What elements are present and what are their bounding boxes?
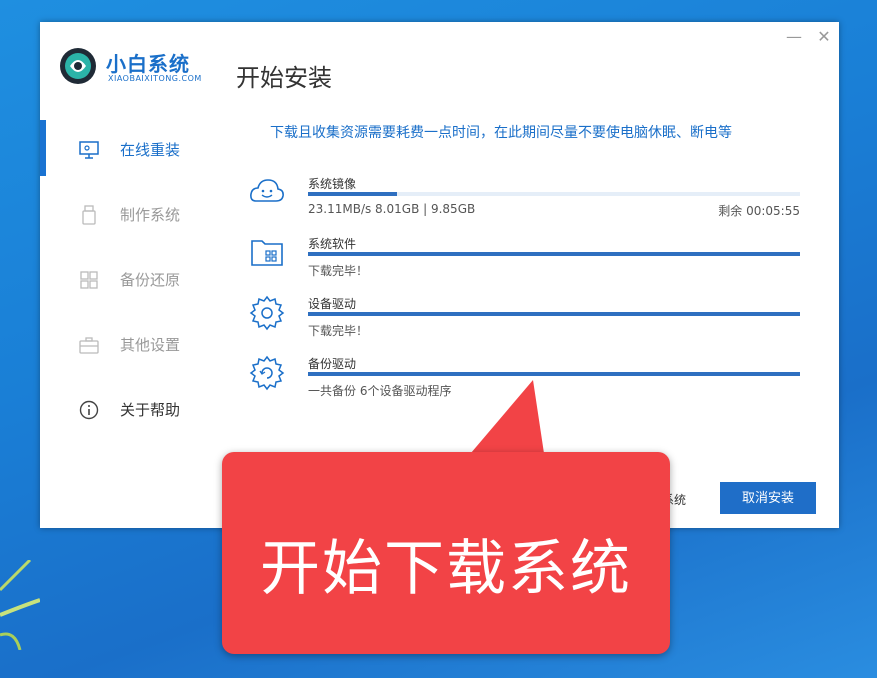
close-button[interactable]: ✕ <box>815 28 833 46</box>
folder-apps-icon <box>251 240 283 266</box>
sidebar: 在线重装 制作系统 备份还原 其他设置 关于帮助 <box>40 117 220 442</box>
task-name: 备份驱动 <box>308 357 357 371</box>
usb-icon <box>82 205 96 225</box>
logo-icon <box>60 48 96 84</box>
callout-pointer <box>465 380 545 460</box>
desktop-plant-icon <box>0 560 40 650</box>
gear-icon <box>249 295 285 331</box>
monitor-icon <box>79 141 99 159</box>
progress-track <box>308 372 800 376</box>
task-status: 一共备份 6个设备驱动程序 <box>308 384 452 398</box>
sidebar-item-about-help[interactable]: 关于帮助 <box>40 377 220 442</box>
task-name: 系统软件 <box>308 237 357 251</box>
progress-track <box>308 312 800 316</box>
sidebar-item-other-settings[interactable]: 其他设置 <box>40 312 220 377</box>
minimize-button[interactable]: — <box>785 28 803 46</box>
cloud-smile-icon <box>250 179 284 202</box>
callout-text: 开始下载系统 <box>260 534 632 604</box>
task-status: 下载完毕！ <box>308 324 369 338</box>
sidebar-item-label: 制作系统 <box>120 206 181 224</box>
progress-track <box>308 252 800 256</box>
task-device-drivers: 设备驱动 下载完毕！ <box>248 285 800 338</box>
app-logo: 小白系统 XIAOBAIXITONG.COM <box>58 44 208 90</box>
cancel-install-button[interactable]: 取消安装 <box>720 482 816 514</box>
sidebar-item-label: 其他设置 <box>120 336 181 354</box>
time-remaining: 剩余 00:05:55 <box>718 204 800 218</box>
task-status: 下载完毕！ <box>308 264 369 278</box>
task-name: 设备驱动 <box>308 297 357 311</box>
sidebar-item-label: 在线重装 <box>120 141 181 159</box>
task-name: 系统镜像 <box>308 177 357 191</box>
task-system-image: 系统镜像 23.11MB/s 8.01GB | 9.85GB 剩余 00:05:… <box>248 165 800 218</box>
sidebar-item-make-system[interactable]: 制作系统 <box>40 182 220 247</box>
progress-fill <box>308 312 800 316</box>
progress-fill <box>308 192 397 196</box>
task-system-software: 系统软件 下载完毕！ <box>248 225 800 278</box>
progress-fill <box>308 372 800 376</box>
briefcase-icon <box>79 337 99 354</box>
notice-text: 下载且收集资源需要耗费一点时间，在此期间尽量不要使电脑休眠、断电等 <box>270 125 732 141</box>
info-icon <box>79 400 99 420</box>
progress-track <box>308 192 800 196</box>
sidebar-item-backup-restore[interactable]: 备份还原 <box>40 247 220 312</box>
sidebar-item-label: 关于帮助 <box>120 401 181 419</box>
task-status: 23.11MB/s 8.01GB | 9.85GB <box>308 202 476 216</box>
gear-backup-icon <box>249 355 285 391</box>
page-title: 开始安装 <box>236 64 332 92</box>
sidebar-item-online-reinstall[interactable]: 在线重装 <box>40 117 220 182</box>
logo-subtitle: XIAOBAIXITONG.COM <box>108 74 202 83</box>
backup-icon <box>80 271 98 289</box>
logo-title: 小白系统 <box>106 52 190 76</box>
sidebar-item-label: 备份还原 <box>120 271 181 289</box>
progress-fill <box>308 252 800 256</box>
callout-banner: 开始下载系统 <box>222 452 670 654</box>
